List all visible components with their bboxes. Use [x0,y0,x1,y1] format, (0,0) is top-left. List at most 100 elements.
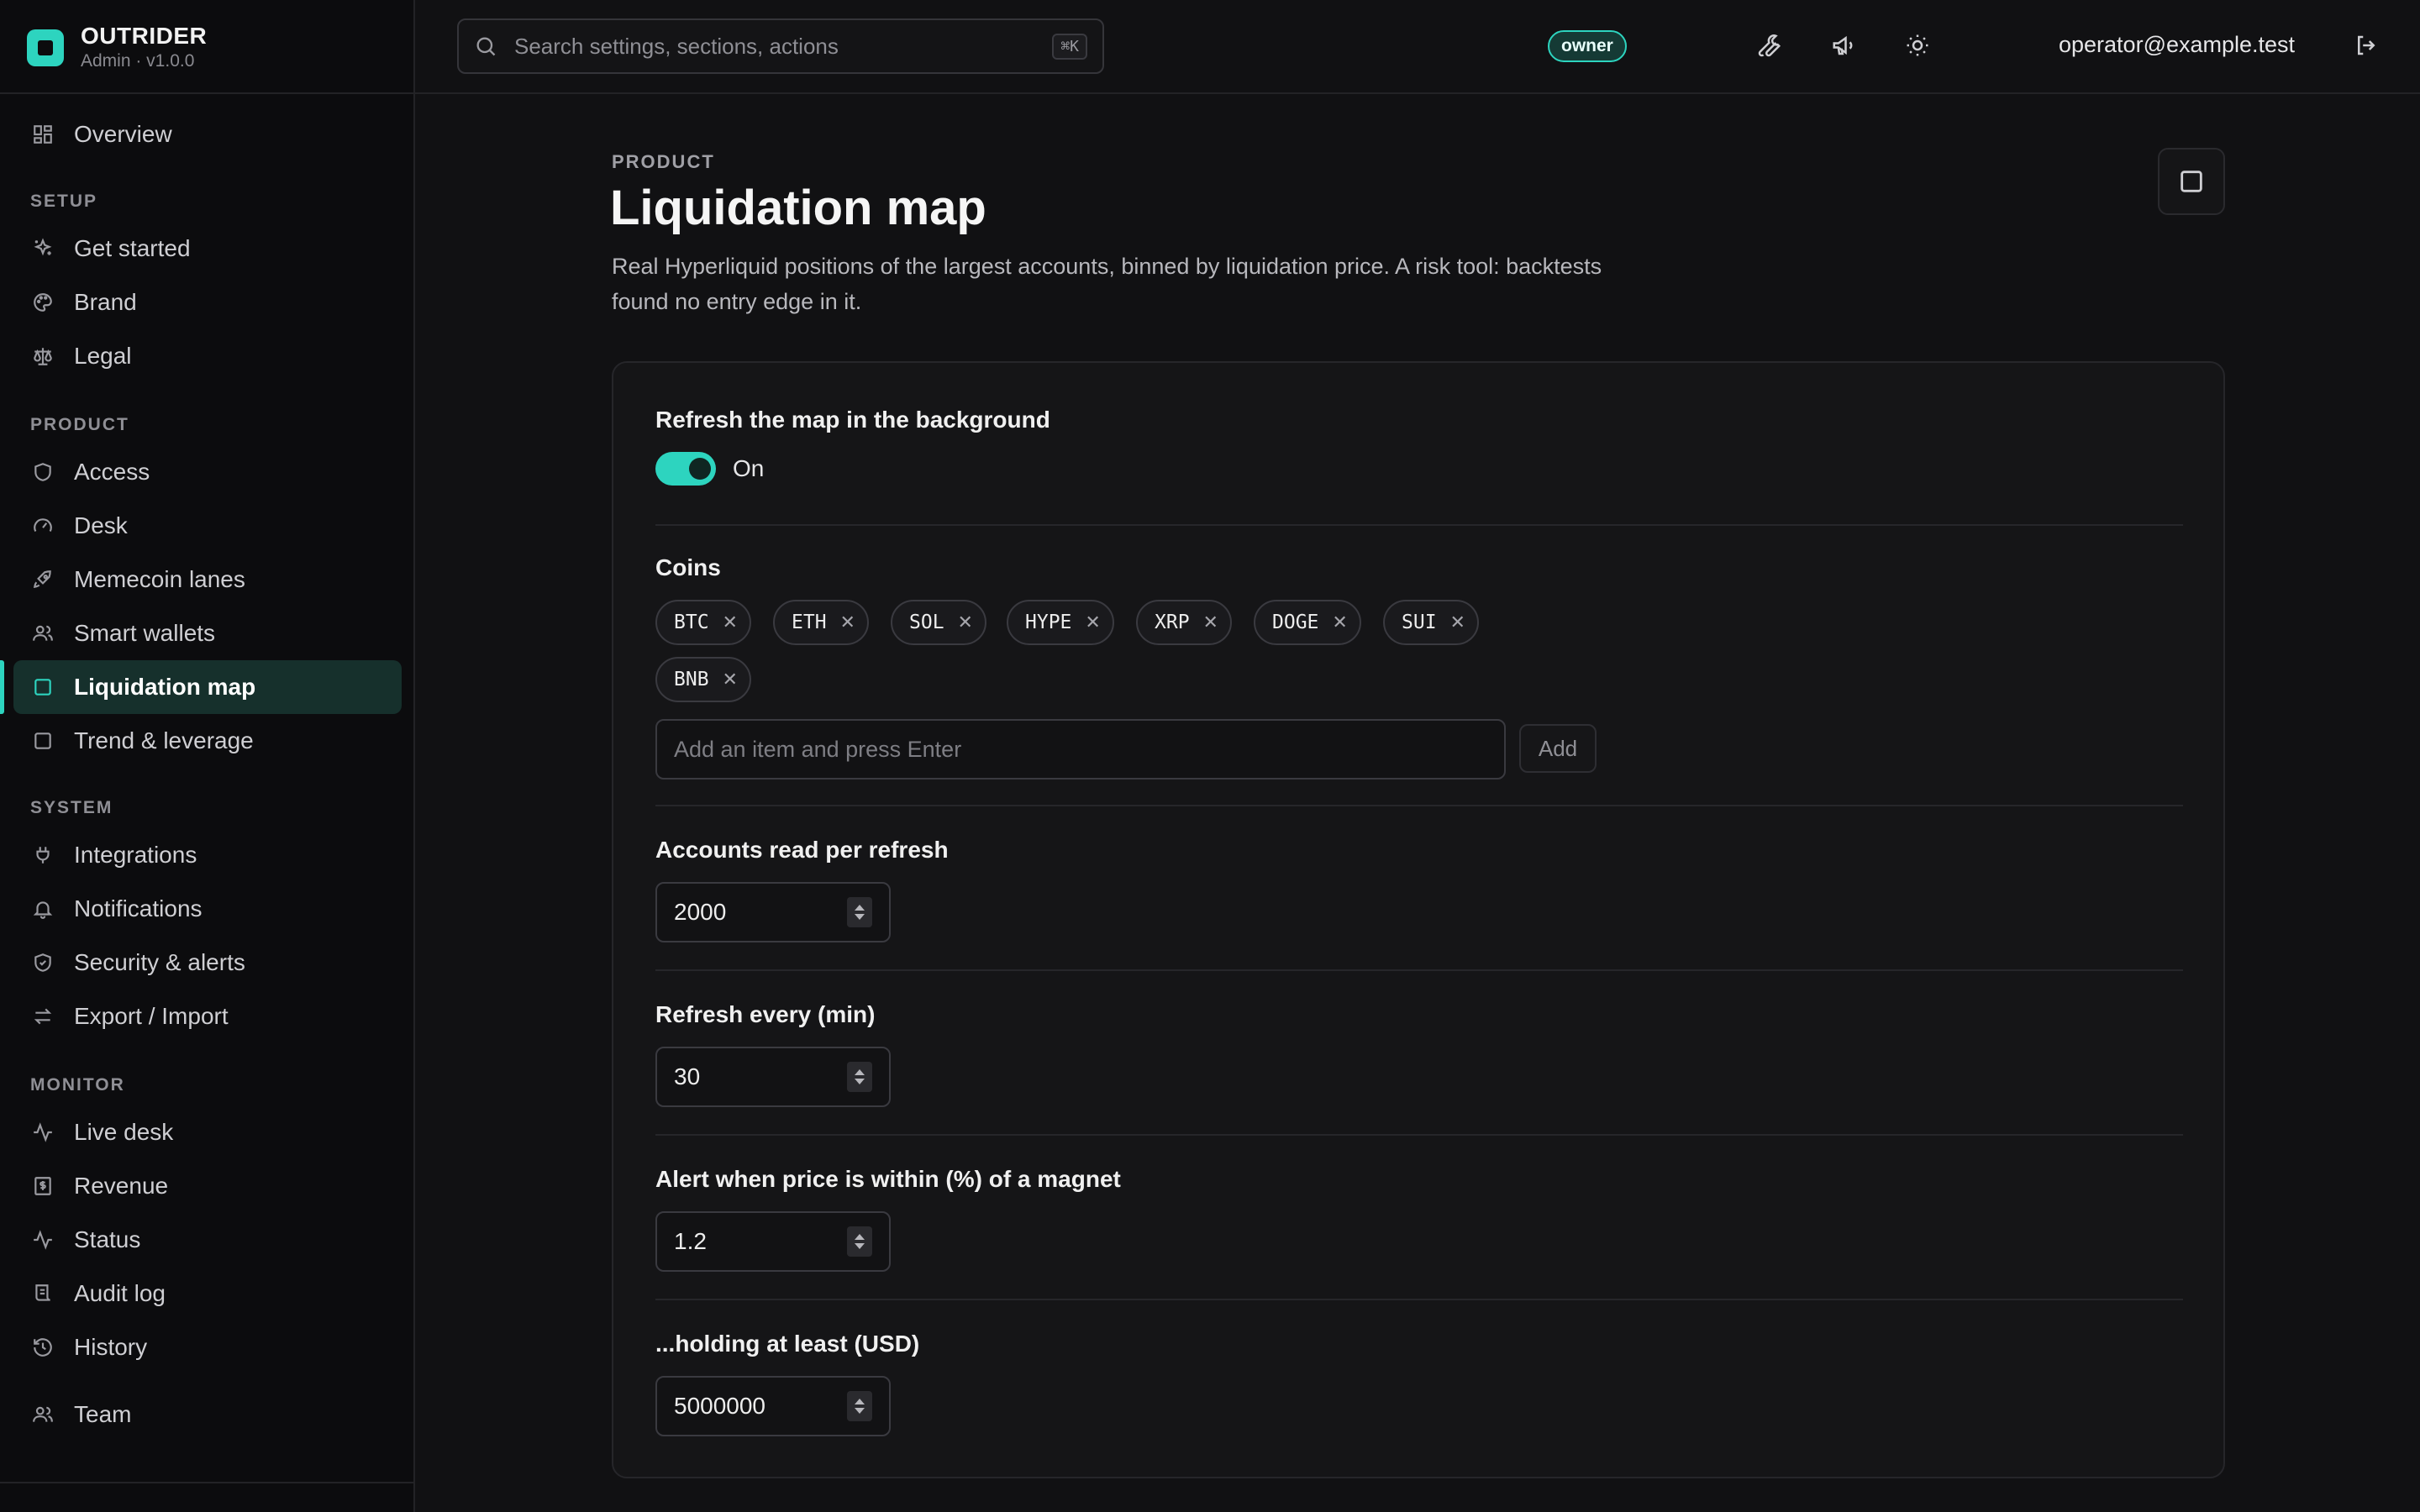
sidebar-item-overview[interactable]: Overview [13,108,402,161]
stepper-icon[interactable] [847,897,872,927]
remove-chip-icon[interactable]: ✕ [723,612,738,633]
divider [655,805,2183,806]
divider [655,524,2183,526]
sidebar-item-history[interactable]: History [13,1320,402,1374]
refresh-bg-toggle[interactable] [655,452,716,486]
section-label-monitor: MONITOR [30,1075,125,1095]
accounts-input[interactable]: 2000 [655,882,891,942]
receipt-icon [30,1281,55,1306]
sidebar-item-label: Trend & leverage [74,727,254,753]
sidebar-item-revenue[interactable]: Revenue [13,1159,402,1213]
wrench-icon[interactable] [1753,29,1786,62]
sidebar-item-label: History [74,1334,148,1360]
role-badge: owner [1548,30,1627,62]
search-box[interactable]: ⌘K [457,18,1104,74]
remove-chip-icon[interactable]: ✕ [1203,612,1218,633]
bell-icon [30,896,55,921]
remove-chip-icon[interactable]: ✕ [1085,612,1100,633]
sun-icon[interactable] [1901,29,1934,62]
refresh-every-value: 30 [674,1063,701,1089]
sparkles-icon [30,236,55,261]
chip-label: ETH [792,612,827,633]
sidebar-item-label: Liquidation map [74,674,256,700]
sidebar-item-label: Security & alerts [74,949,245,975]
holding-min-value: 5000000 [674,1393,766,1419]
page-description: Real Hyperliquid positions of the larges… [612,254,1602,314]
sidebar-item-security-alerts[interactable]: Security & alerts [13,936,402,990]
sidebar-item-get-started[interactable]: Get started [13,222,402,276]
chip-label: BNB [674,669,709,690]
megaphone-icon[interactable] [1827,29,1860,62]
sidebar-item-access[interactable]: Access [13,445,402,499]
accounts-label: Accounts read per refresh [655,837,949,863]
page-title: Liquidation map [610,181,986,235]
settings-card: Refresh the map in the background On Coi… [612,361,2225,1478]
sidebar-item-label: Live desk [74,1119,174,1145]
chip-label: BTC [674,612,709,633]
chip-label: SOL [909,612,944,633]
logout-icon[interactable] [2349,29,2383,62]
shield-icon [30,459,55,485]
sidebar-item-export-import[interactable]: Export / Import [13,990,402,1043]
sidebar-item-audit-log[interactable]: Audit log [13,1267,402,1320]
sidebar-item-label: Status [74,1226,141,1252]
sidebar: OUTRIDER Admin · v1.0.0 Overview SETUP G… [0,0,415,1512]
coins-label: Coins [655,554,721,580]
chip-label: XRP [1155,612,1190,633]
refresh-every-input[interactable]: 30 [655,1047,891,1107]
sidebar-item-label: Access [74,459,150,485]
remove-chip-icon[interactable]: ✕ [1332,612,1347,633]
brand-version: Admin · v1.0.0 [81,51,195,71]
page-eyebrow: PRODUCT [612,151,715,172]
sidebar-item-legal[interactable]: Legal [13,329,402,383]
stepper-icon[interactable] [847,1391,872,1421]
grid-icon [30,122,55,147]
remove-chip-icon[interactable]: ✕ [723,669,738,690]
section-label-system: SYSTEM [30,798,113,817]
search-shortcut: ⌘K [1052,33,1087,60]
alert-within-input[interactable]: 1.2 [655,1211,891,1272]
sidebar-item-integrations[interactable]: Integrations [13,828,402,882]
sidebar-item-label: Export / Import [74,1003,229,1029]
sidebar-item-label: Team [74,1401,132,1427]
add-coin-button[interactable]: Add [1519,724,1597,773]
activity-icon [30,1227,55,1252]
sidebar-item-liquidation-map[interactable]: Liquidation map [13,660,402,714]
refresh-bg-label: Refresh the map in the background [655,407,1050,433]
remove-chip-icon[interactable]: ✕ [958,612,973,633]
add-coin-input[interactable] [655,719,1506,780]
sidebar-item-label: Brand [74,289,137,315]
brand-name: OUTRIDER [81,23,208,49]
refresh-bg-state: On [733,455,765,481]
gauge-icon [30,513,55,538]
coin-chip: DOGE ✕ [1254,600,1361,645]
layout-toggle-button[interactable] [2158,148,2225,215]
history-icon [30,1335,55,1360]
sidebar-item-team[interactable]: Team [13,1388,402,1441]
stepper-icon[interactable] [847,1226,872,1257]
sidebar-item-trend-leverage[interactable]: Trend & leverage [13,714,402,768]
sidebar-item-status[interactable]: Status [13,1213,402,1267]
sidebar-item-smart-wallets[interactable]: Smart wallets [13,606,402,660]
alert-within-label: Alert when price is within (%) of a magn… [655,1166,1121,1192]
sidebar-divider [0,1482,415,1483]
brand[interactable]: OUTRIDER Admin · v1.0.0 [27,23,208,72]
sidebar-item-brand[interactable]: Brand [13,276,402,329]
search-input[interactable] [513,32,1053,60]
sidebar-item-notifications[interactable]: Notifications [13,882,402,936]
stepper-icon[interactable] [847,1062,872,1092]
sidebar-item-memecoin-lanes[interactable]: Memecoin lanes [13,553,402,606]
remove-chip-icon[interactable]: ✕ [840,612,855,633]
sidebar-item-label: Revenue [74,1173,169,1199]
accounts-value: 2000 [674,899,727,925]
rocket-icon [30,567,55,592]
coin-chip: SOL ✕ [891,600,986,645]
sidebar-item-live-desk[interactable]: Live desk [13,1105,402,1159]
chip-label: SUI [1402,612,1437,633]
sidebar-item-desk[interactable]: Desk [13,499,402,553]
remove-chip-icon[interactable]: ✕ [1450,612,1465,633]
coin-chip: BTC ✕ [655,600,751,645]
coin-chip: SUI ✕ [1383,600,1479,645]
holding-min-input[interactable]: 5000000 [655,1376,891,1436]
coin-chip: BNB ✕ [655,657,751,702]
